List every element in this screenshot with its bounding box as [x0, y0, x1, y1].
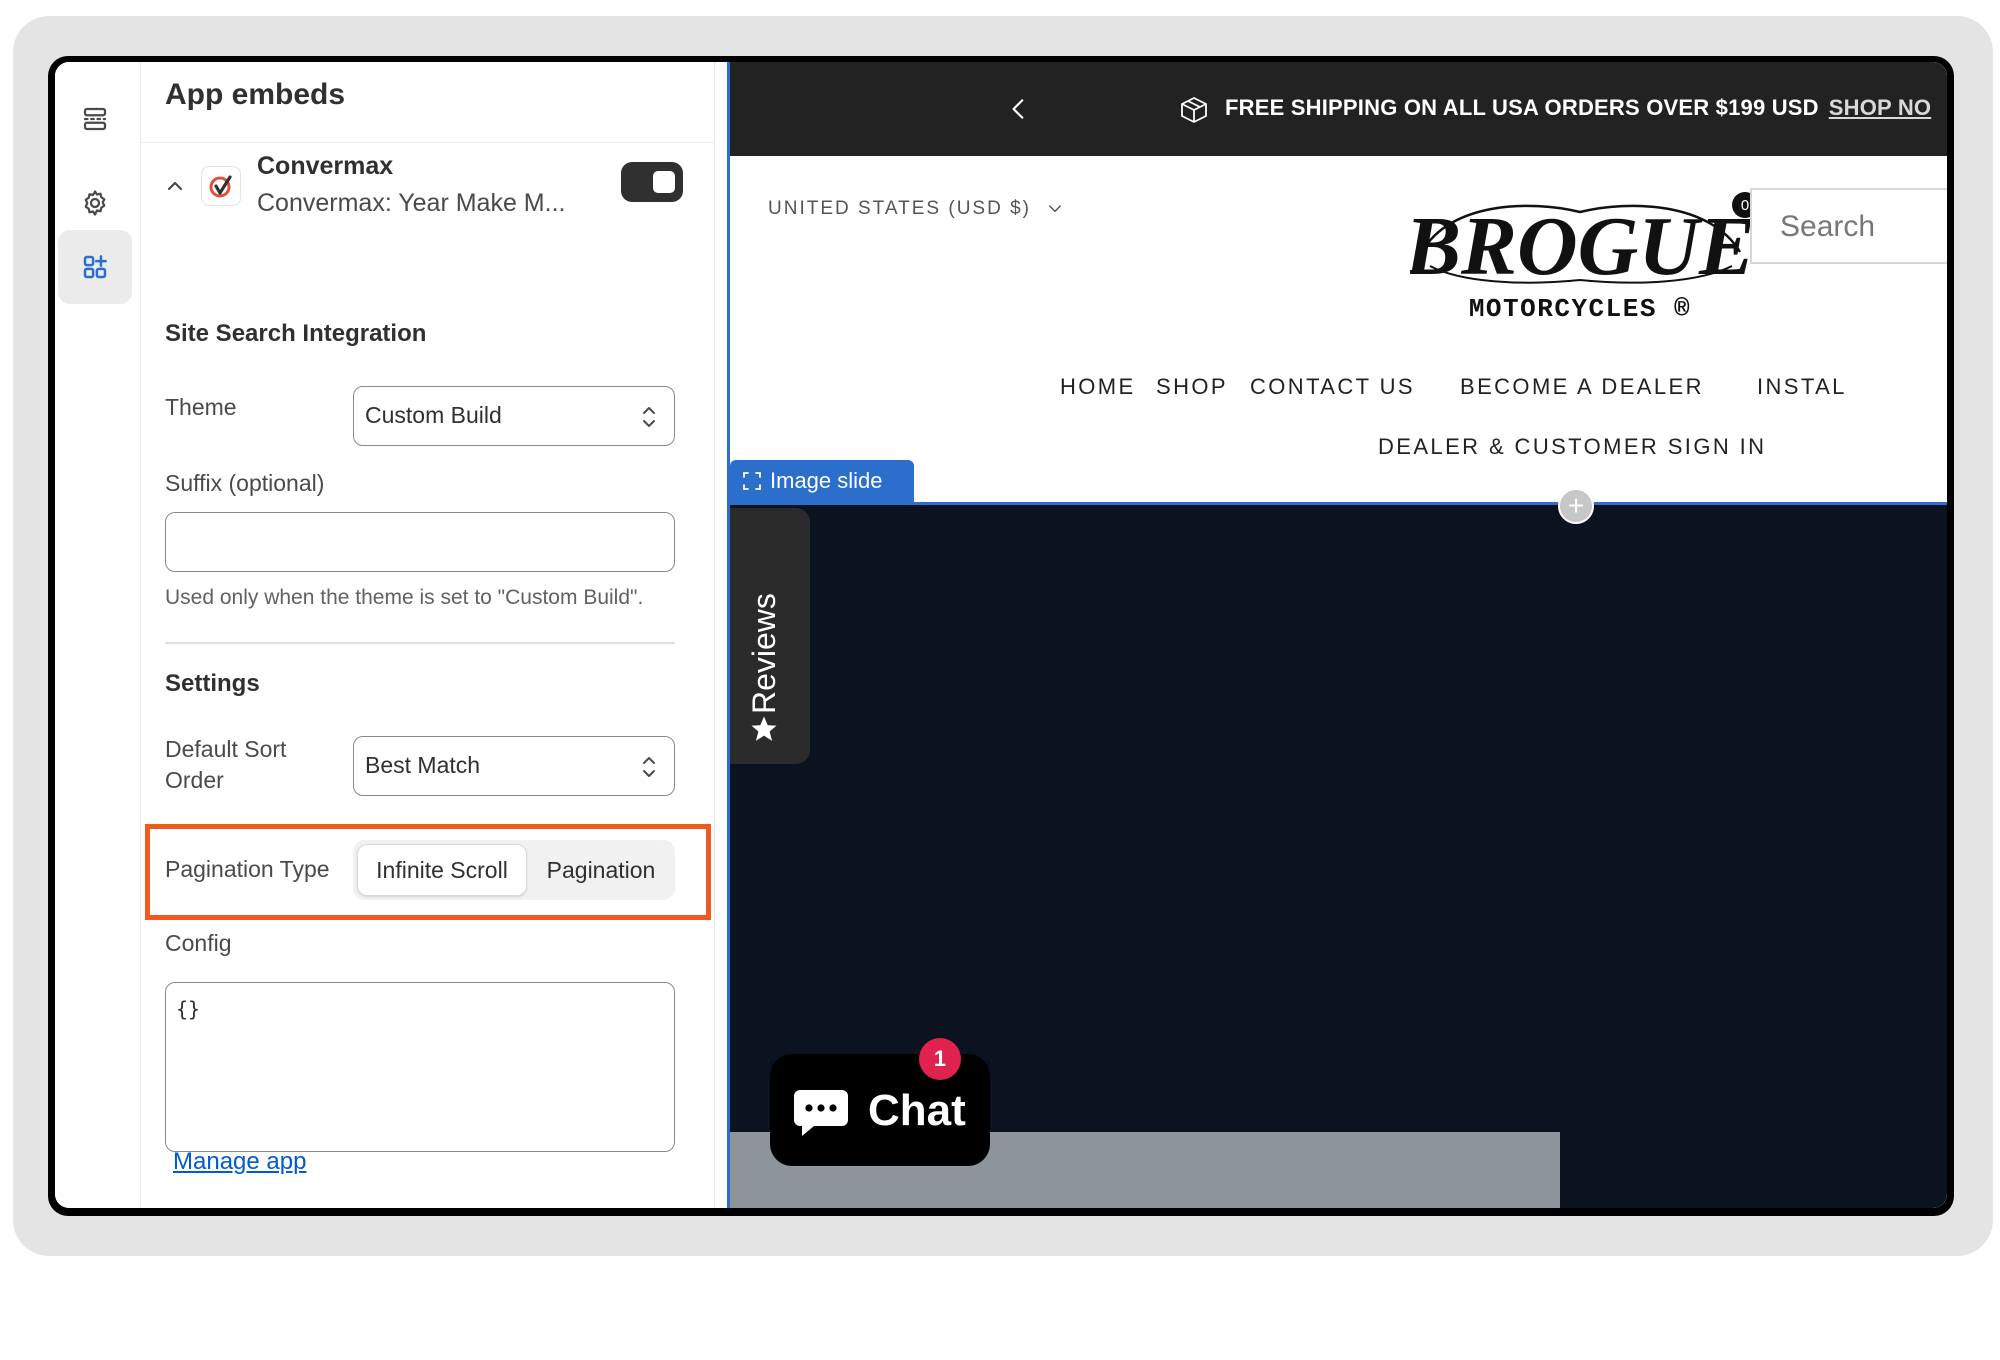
- nav-home[interactable]: HOME: [1060, 374, 1136, 400]
- highlight-box: [145, 824, 711, 920]
- sections-icon: [83, 107, 107, 131]
- shop-now-link[interactable]: SHOP NO: [1829, 95, 1931, 120]
- nav-become-a-dealer[interactable]: BECOME A DEALER: [1460, 374, 1704, 400]
- nav-shop[interactable]: SHOP: [1156, 374, 1228, 400]
- theme-select[interactable]: Custom Build: [353, 386, 675, 446]
- app-embed-toggle[interactable]: [621, 162, 683, 202]
- section-frame-icon: [743, 472, 761, 490]
- select-arrows-icon: [643, 407, 655, 427]
- nav-contact-us[interactable]: CONTACT US: [1250, 374, 1415, 400]
- brogue-logo[interactable]: BROGUE MOTORCYCLES ®: [1410, 182, 1750, 332]
- site-search-heading: Site Search Integration: [165, 320, 427, 347]
- suffix-help-text: Used only when the theme is set to "Cust…: [165, 586, 644, 609]
- announcement-bar: FREE SHIPPING ON ALL USA ORDERS OVER $19…: [730, 62, 1947, 156]
- add-section-plus-icon[interactable]: +: [1558, 488, 1594, 524]
- default-sort-label: Default Sort Order: [165, 736, 287, 793]
- sections-button[interactable]: [58, 82, 132, 156]
- default-sort-select[interactable]: Best Match: [353, 736, 675, 796]
- default-sort-value: Best Match: [365, 752, 481, 778]
- search-placeholder: Search: [1780, 210, 1876, 243]
- chat-label: Chat: [868, 1086, 966, 1135]
- editor-rail: [55, 62, 141, 1208]
- reviews-label: Reviews: [746, 593, 782, 714]
- app-embeds-panel: App embeds Convermax Convermax: Year Mak…: [141, 62, 715, 1208]
- nav-installation[interactable]: INSTAL: [1757, 374, 1847, 400]
- toggle-knob: [653, 171, 675, 193]
- country-selector[interactable]: UNITED STATES (USD $): [768, 198, 1031, 220]
- chevron-up-icon[interactable]: [163, 174, 187, 198]
- suffix-label: Suffix (optional): [165, 470, 325, 496]
- announcement-text: FREE SHIPPING ON ALL USA ORDERS OVER $19…: [1225, 95, 1932, 120]
- theme-settings-button[interactable]: [58, 166, 132, 240]
- nav-dealer-sign-in[interactable]: DEALER & CUSTOMER SIGN IN: [1378, 434, 1766, 460]
- theme-select-value: Custom Build: [365, 402, 502, 428]
- theme-editor: App embeds Convermax Convermax: Year Mak…: [55, 62, 1947, 1208]
- app-subtitle: Convermax: Year Make M...: [257, 189, 566, 217]
- convermax-logo-icon: [201, 166, 241, 206]
- storefront-preview: FREE SHIPPING ON ALL USA ORDERS OVER $19…: [727, 62, 1947, 1208]
- panel-title: App embeds: [165, 78, 346, 111]
- chat-unread-badge: 1: [919, 1038, 961, 1080]
- theme-label: Theme: [165, 394, 237, 420]
- star-icon: [751, 716, 777, 741]
- app-name: Convermax: [257, 152, 394, 180]
- config-label: Config: [165, 930, 232, 956]
- divider: [141, 142, 715, 143]
- image-slide-tag[interactable]: Image slide: [730, 460, 914, 502]
- chevron-down-icon: [1049, 205, 1061, 212]
- suffix-input[interactable]: [165, 512, 675, 572]
- svg-text:BROGUE: BROGUE: [1410, 200, 1750, 293]
- chat-bubble-icon: [794, 1090, 848, 1136]
- settings-heading: Settings: [165, 670, 260, 697]
- apps-icon: [83, 255, 107, 279]
- chevron-left-icon[interactable]: [1006, 96, 1032, 122]
- divider: [165, 642, 675, 644]
- config-textarea[interactable]: {}: [165, 982, 675, 1152]
- config-value: {}: [176, 997, 201, 1021]
- image-slide-label: Image slide: [770, 468, 883, 493]
- reviews-tab[interactable]: Reviews: [730, 508, 810, 764]
- section-outline: [730, 502, 1947, 505]
- manage-app-link[interactable]: Manage app: [173, 1148, 306, 1176]
- select-arrows-icon: [643, 757, 655, 777]
- package-icon: [1181, 97, 1207, 123]
- app-embeds-button[interactable]: [58, 230, 132, 304]
- gear-icon: [84, 190, 106, 216]
- svg-text:MOTORCYCLES ®: MOTORCYCLES ®: [1469, 294, 1691, 324]
- search-input[interactable]: Search: [1750, 188, 1947, 264]
